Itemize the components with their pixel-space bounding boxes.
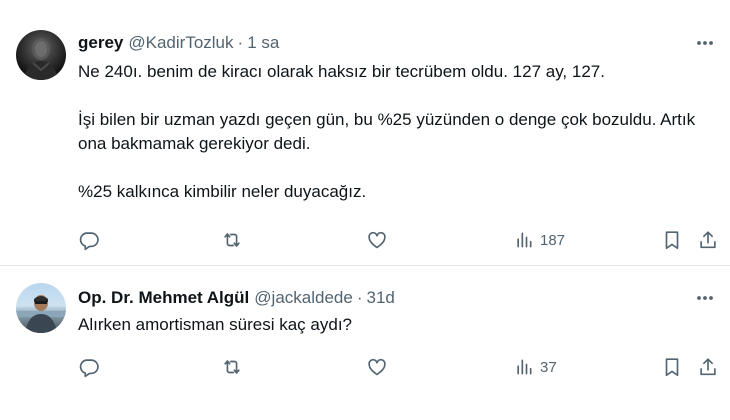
share-button[interactable] <box>697 355 719 379</box>
retweet-icon <box>224 360 240 374</box>
more-icon <box>697 41 713 45</box>
avatar-photo <box>24 38 58 80</box>
user-handle[interactable]: @KadirTozluk <box>128 33 233 53</box>
avatar[interactable] <box>16 283 66 333</box>
analytics-icon <box>517 232 532 248</box>
tweet-paragraph: Alırken amortisman süresi kaç aydı? <box>78 315 352 334</box>
reply-icon <box>79 232 99 251</box>
timestamp[interactable]: 31d <box>367 288 395 308</box>
tweet-header: gerey @KadirTozluk · 1 sa <box>78 32 279 54</box>
avatar[interactable] <box>16 30 66 80</box>
reply-button[interactable] <box>78 228 100 252</box>
like-button[interactable] <box>366 228 388 252</box>
bookmark-button[interactable] <box>661 228 683 252</box>
tweet-paragraph: İşi bilen bir uzman yazdı geçen gün, bu … <box>78 110 696 153</box>
more-options-button[interactable] <box>694 287 716 309</box>
share-icon <box>700 231 716 249</box>
tweet-text: Ne 240ı. benim de kiracı olarak haksız b… <box>78 60 718 204</box>
display-name[interactable]: Op. Dr. Mehmet Algül <box>78 288 249 308</box>
timestamp[interactable]: 1 sa <box>247 33 279 53</box>
tweet-paragraph: %25 kalkınca kimbilir neler duyacağız. <box>78 182 367 201</box>
display-name[interactable]: gerey <box>78 33 123 53</box>
views-count: 187 <box>540 231 566 249</box>
more-options-button[interactable] <box>694 32 716 54</box>
reply-button[interactable] <box>78 355 100 379</box>
more-icon <box>697 296 713 300</box>
tweet[interactable]: gerey @KadirTozluk · 1 sa Ne 240ı. benim… <box>0 0 730 266</box>
heart-icon <box>368 358 386 376</box>
tweet-actions: 37 <box>78 355 720 379</box>
analytics-icon <box>517 359 532 375</box>
avatar-photo <box>16 295 66 333</box>
views-button[interactable]: 37 <box>514 355 557 379</box>
tweet-paragraph: Ne 240ı. benim de kiracı olarak haksız b… <box>78 62 605 81</box>
views-count: 37 <box>540 358 557 376</box>
separator-dot: · <box>356 288 363 307</box>
heart-icon <box>368 231 386 249</box>
separator-dot: · <box>237 33 244 52</box>
tweet-header: Op. Dr. Mehmet Algül @jackaldede · 31d <box>78 287 395 309</box>
like-button[interactable] <box>366 355 388 379</box>
retweet-button[interactable] <box>221 355 243 379</box>
views-button[interactable]: 187 <box>514 228 565 252</box>
share-button[interactable] <box>697 228 719 252</box>
tweet-text: Alırken amortisman süresi kaç aydı? <box>78 313 718 337</box>
user-handle[interactable]: @jackaldede <box>254 288 353 308</box>
bookmark-icon <box>665 231 679 250</box>
retweet-icon <box>224 233 240 247</box>
retweet-button[interactable] <box>221 228 243 252</box>
tweet-feed: gerey @KadirTozluk · 1 sa Ne 240ı. benim… <box>0 0 730 420</box>
bookmark-icon <box>665 358 679 377</box>
bookmark-button[interactable] <box>661 355 683 379</box>
tweet[interactable]: Op. Dr. Mehmet Algül @jackaldede · 31d A… <box>0 266 730 420</box>
share-icon <box>700 358 716 376</box>
reply-icon <box>79 359 99 378</box>
tweet-actions: 187 <box>78 228 720 252</box>
